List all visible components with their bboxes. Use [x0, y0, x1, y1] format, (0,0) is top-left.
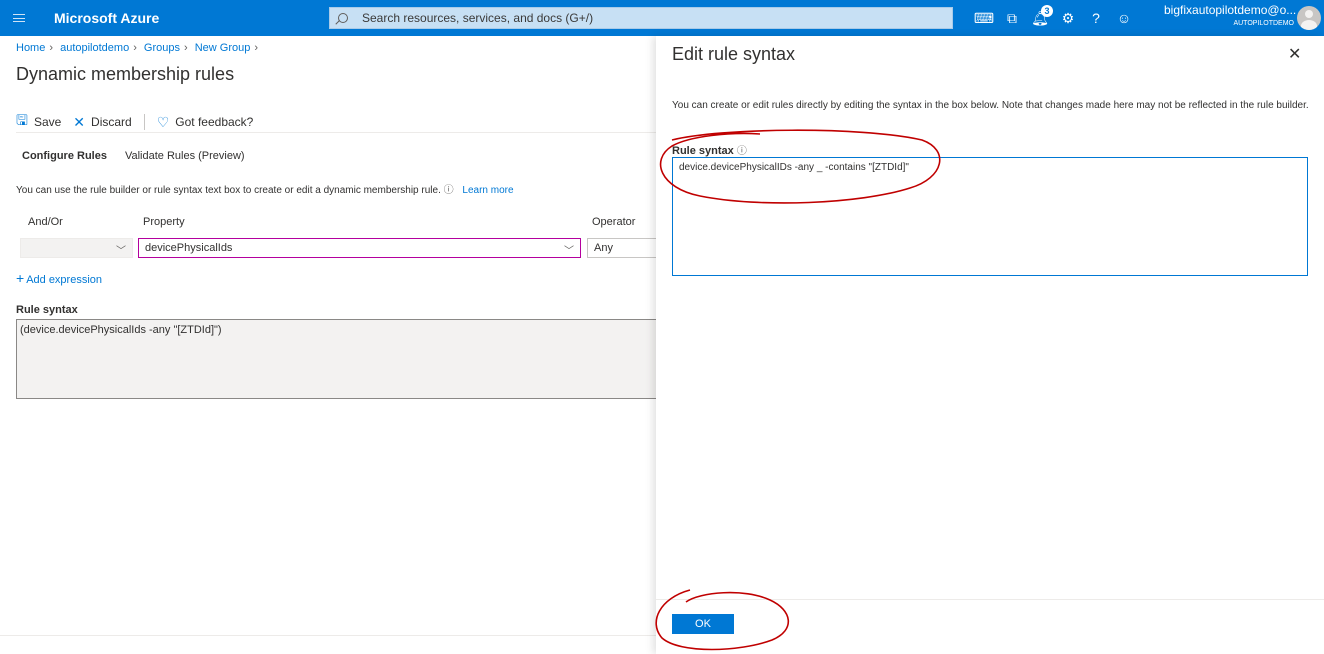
breadcrumb: Home › autopilotdemo › Groups › New Group › — [16, 42, 259, 54]
col-header-operator: Operator — [592, 216, 636, 228]
global-search[interactable] — [329, 7, 953, 29]
divider — [16, 132, 656, 133]
info-icon[interactable]: ⓘ — [444, 185, 454, 196]
operator-dropdown[interactable]: Any — [587, 238, 667, 258]
rule-syntax-field-label: Rule syntax ⓘ — [672, 142, 747, 157]
brand-title[interactable]: Microsoft Azure — [54, 10, 329, 26]
page-title: Dynamic membership rules — [16, 64, 235, 84]
divider — [0, 635, 656, 636]
help-text: You can use the rule builder or rule syn… — [16, 181, 514, 196]
chevron-down-icon: ﹀ — [564, 246, 574, 257]
property-dropdown[interactable]: devicePhysicalIds ﹀ — [138, 238, 581, 258]
notifications-icon[interactable]: 🔔︎ 3 — [1026, 0, 1054, 36]
breadcrumb-groups[interactable]: Groups — [144, 42, 180, 54]
heart-icon: ♡ — [156, 113, 170, 130]
breadcrumb-new-group[interactable]: New Group — [195, 42, 251, 54]
plus-icon: + — [16, 270, 25, 286]
avatar[interactable] — [1297, 6, 1321, 30]
rule-syntax-label: Rule syntax — [16, 304, 78, 316]
property-value: devicePhysicalIds — [145, 242, 233, 254]
feedback-label: Got feedback? — [175, 115, 254, 129]
feedback-button[interactable]: ♡ Got feedback? — [157, 114, 254, 131]
breadcrumb-autopilotdemo[interactable]: autopilotdemo — [60, 42, 129, 54]
search-input[interactable] — [362, 11, 922, 25]
learn-more-link[interactable]: Learn more — [462, 185, 513, 196]
notification-badge: 3 — [1041, 5, 1053, 17]
discard-button[interactable]: ✕ Discard — [73, 114, 131, 131]
top-icons: ⌨ ⧉ 🔔︎ 3 ⚙ ? ☺ — [970, 0, 1138, 36]
close-icon[interactable]: ✕ — [1288, 44, 1301, 64]
cloud-shell-icon[interactable]: ⌨ — [970, 0, 998, 36]
add-expression-label: Add expression — [26, 274, 103, 286]
breadcrumb-home[interactable]: Home — [16, 42, 45, 54]
discard-label: Discard — [91, 115, 132, 129]
add-expression-button[interactable]: + Add expression — [16, 270, 102, 286]
panel-description: You can create or edit rules directly by… — [672, 100, 1309, 111]
rules-tabs: Configure Rules Validate Rules (Preview) — [22, 150, 263, 168]
rule-syntax-field-text: Rule syntax — [672, 145, 734, 157]
panel-title: Edit rule syntax — [672, 44, 796, 64]
directory-filter-icon[interactable]: ⧉ — [998, 0, 1026, 36]
help-text-body: You can use the rule builder or rule syn… — [16, 185, 441, 196]
rule-syntax-readonly: (device.devicePhysicalIds -any "[ZTDId]"… — [16, 319, 666, 399]
save-label: Save — [33, 115, 62, 129]
close-icon: ✕ — [73, 113, 86, 130]
dynamic-rules-page: Home › autopilotdemo › Groups › New Group › … — [0, 36, 667, 654]
tab-configure-rules[interactable]: Configure Rules — [22, 150, 107, 168]
divider — [143, 114, 145, 130]
account-email: bigfixautopilotdemo@o... — [1164, 3, 1297, 17]
rule-syntax-editor[interactable] — [672, 157, 1308, 276]
col-header-and-or: And/Or — [28, 216, 63, 228]
account-menu[interactable]: bigfixautopilotdemo@o... AUTOPILOTDEMO — [1164, 3, 1297, 30]
menu-icon[interactable] — [0, 0, 38, 36]
edit-rule-syntax-panel: Edit rule syntax ✕ You can create or edi… — [656, 36, 1324, 654]
account-tenant: AUTOPILOTDEMO — [1233, 20, 1294, 27]
help-icon[interactable]: ? — [1082, 0, 1110, 36]
feedback-icon[interactable]: ☺ — [1110, 0, 1138, 36]
settings-icon[interactable]: ⚙ — [1054, 0, 1082, 36]
col-header-property: Property — [143, 216, 185, 228]
operator-value: Any — [594, 242, 613, 254]
search-icon — [338, 13, 348, 23]
panel-footer-divider — [656, 599, 1324, 600]
chevron-down-icon: ﹀ — [116, 246, 126, 257]
command-bar: 🖫 Save ✕ Discard ♡ Got feedback? — [16, 110, 265, 134]
tab-validate-rules[interactable]: Validate Rules (Preview) — [125, 150, 245, 168]
info-icon[interactable]: ⓘ — [737, 146, 747, 157]
and-or-dropdown[interactable]: ﹀ — [20, 238, 133, 258]
save-button[interactable]: 🖫 Save — [16, 110, 61, 134]
top-nav-bar: Microsoft Azure ⌨ ⧉ 🔔︎3 ⚙ ? ☺ bigfixauto… — [0, 0, 1324, 36]
save-icon: 🖫 — [16, 112, 28, 128]
ok-button[interactable]: OK — [672, 614, 734, 634]
